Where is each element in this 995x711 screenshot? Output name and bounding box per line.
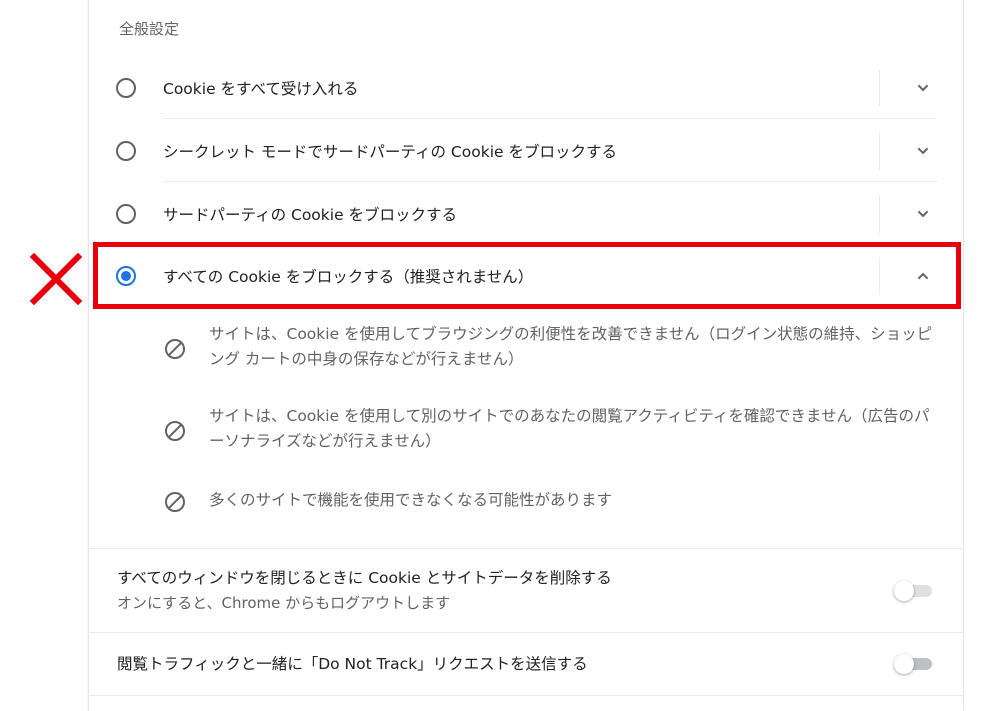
block-icon: [163, 490, 187, 514]
clear-on-exit-toggle[interactable]: [894, 580, 934, 601]
detail-text: サイトは、Cookie を使用してブラウジングの利便性を改善できません（ログイン…: [209, 325, 933, 368]
cookie-option-block-third-party-incognito[interactable]: シークレット モードでサードパーティの Cookie をブロックする: [89, 120, 963, 182]
divider: [163, 181, 937, 182]
divider: [163, 118, 937, 119]
cookie-option-block-third-party[interactable]: サードパーティの Cookie をブロックする: [89, 183, 963, 245]
cookie-option-accept-all[interactable]: Cookie をすべて受け入れる: [89, 57, 963, 119]
setting-subtitle: オンにすると、Chrome からもログアウトします: [117, 594, 451, 612]
detail-text: サイトは、Cookie を使用して別のサイトでのあなたの閲覧アクティビティを確認…: [209, 407, 930, 450]
radio-button[interactable]: [116, 204, 136, 224]
radio-button[interactable]: [116, 78, 136, 98]
x-mark-icon: [29, 252, 83, 306]
detail-item: 多くのサイトで機能を使用できなくなる可能性があります: [89, 488, 963, 518]
setting-do-not-track[interactable]: 閲覧トラフィックと一緒に「Do Not Track」リクエストを送信する: [89, 633, 963, 695]
block-icon: [163, 419, 187, 443]
detail-item: サイトは、Cookie を使用して別のサイトでのあなたの閲覧アクティビティを確認…: [89, 404, 963, 460]
chevron-down-icon[interactable]: [911, 139, 935, 163]
setting-title: 閲覧トラフィックと一緒に「Do Not Track」リクエストを送信する: [117, 655, 588, 673]
chevron-down-icon[interactable]: [911, 202, 935, 226]
divider: [89, 695, 963, 696]
detail-text: 多くのサイトで機能を使用できなくなる可能性があります: [209, 491, 613, 509]
settings-card: 全般設定 Cookie をすべて受け入れる シークレット モードでサードパーティ…: [88, 0, 964, 711]
annotation-highlight-box: [93, 242, 961, 309]
divider: [879, 69, 880, 107]
radio-label: サードパーティの Cookie をブロックする: [163, 206, 458, 224]
detail-item: サイトは、Cookie を使用してブラウジングの利便性を改善できません（ログイン…: [89, 322, 963, 378]
do-not-track-toggle[interactable]: [894, 653, 934, 674]
divider: [879, 195, 880, 233]
radio-button[interactable]: [116, 141, 136, 161]
chevron-down-icon[interactable]: [911, 76, 935, 100]
cookie-settings-screenshot: 全般設定 Cookie をすべて受け入れる シークレット モードでサードパーティ…: [0, 0, 995, 711]
setting-title: すべてのウィンドウを閉じるときに Cookie とサイトデータを削除する: [117, 569, 612, 587]
radio-label: シークレット モードでサードパーティの Cookie をブロックする: [163, 143, 617, 161]
toggle-knob: [894, 654, 914, 674]
block-icon: [163, 337, 187, 361]
section-title: 全般設定: [119, 20, 180, 38]
radio-label: Cookie をすべて受け入れる: [163, 80, 359, 98]
setting-clear-on-exit[interactable]: すべてのウィンドウを閉じるときに Cookie とサイトデータを削除する オンに…: [89, 549, 963, 632]
divider: [879, 132, 880, 170]
toggle-knob: [894, 581, 914, 601]
